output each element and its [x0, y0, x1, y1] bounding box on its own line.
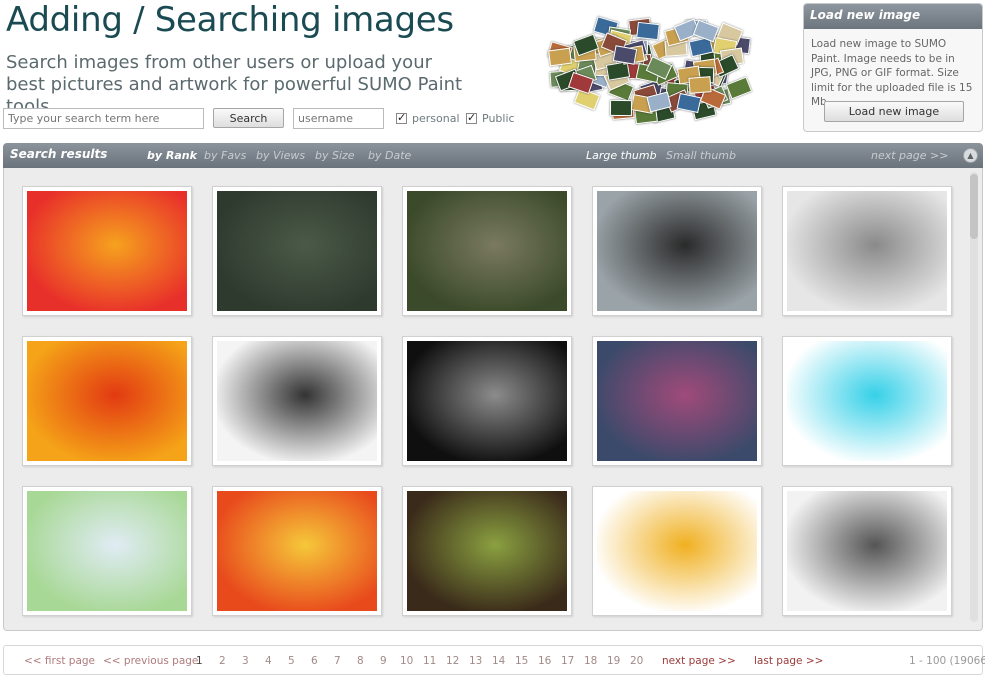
sort-by-favs[interactable]: by Favs — [204, 149, 246, 162]
thumbnail-spiral-staircase[interactable] — [402, 336, 572, 466]
thumbnail-balloons-girl-field[interactable] — [22, 486, 192, 616]
thumbnail-crowd-silhouettes[interactable] — [592, 336, 762, 466]
search-input[interactable] — [3, 108, 204, 129]
page-number-link[interactable]: 15 — [515, 655, 528, 667]
results-grid — [3, 168, 983, 631]
thumbnail-green-dragon-creature[interactable] — [402, 186, 572, 316]
pagination: << first page << previous page next page… — [3, 645, 985, 675]
search-button[interactable]: Search — [213, 108, 284, 128]
page-number-link[interactable]: 18 — [584, 655, 597, 667]
public-checkbox-label: Public — [482, 112, 515, 125]
public-checkbox-box[interactable] — [466, 111, 477, 124]
page-number-link[interactable]: 2 — [219, 655, 226, 667]
personal-checkbox-box[interactable] — [396, 111, 407, 124]
load-panel-title: Load new image — [804, 4, 982, 29]
public-checkbox[interactable]: Public — [466, 111, 515, 125]
first-page-link[interactable]: << first page — [24, 655, 95, 667]
thumbnail-red-valentine-hearts[interactable] — [22, 186, 192, 316]
thumbnail-image — [787, 341, 947, 461]
result-count: 1 - 100 (19066) — [909, 655, 985, 667]
previous-page-link[interactable]: << previous page — [103, 655, 198, 667]
sort-by-size[interactable]: by Size — [315, 149, 355, 162]
collapse-up-icon[interactable]: ▲ — [963, 148, 978, 163]
page-number-link[interactable]: 3 — [242, 655, 249, 667]
sort-by-date[interactable]: by Date — [368, 149, 411, 162]
thumbnail-image — [27, 341, 187, 461]
view-large-thumb[interactable]: Large thumb — [586, 149, 657, 162]
view-small-thumb[interactable]: Small thumb — [666, 149, 736, 162]
thumbnail-hand-drawing-pencil[interactable] — [782, 186, 952, 316]
thumbnail-image — [787, 191, 947, 311]
page-number-link[interactable]: 13 — [469, 655, 482, 667]
results-title: Search results — [10, 147, 108, 161]
thumbnail-hairy-monster-in-clouds[interactable] — [592, 186, 762, 316]
page-number-link[interactable]: 16 — [538, 655, 551, 667]
thumbnail-image — [787, 491, 947, 611]
page-number-link[interactable]: 6 — [311, 655, 318, 667]
thumbnail-image — [597, 191, 757, 311]
thumbnail-image — [407, 341, 567, 461]
thumbnail-anime-faces-orange[interactable] — [22, 336, 192, 466]
results-toolbar: Search results by Rank by Favs by Views … — [3, 143, 983, 168]
page-number-link[interactable]: 7 — [334, 655, 341, 667]
thumbnail-skull-grayscale[interactable] — [212, 336, 382, 466]
username-input[interactable] — [293, 108, 384, 129]
page-number-link[interactable]: 1 — [196, 655, 203, 667]
personal-checkbox[interactable]: personal — [396, 111, 460, 125]
thumbnail-image — [27, 491, 187, 611]
thumbnail-dark-haired-figure[interactable] — [212, 186, 382, 316]
thumbnail-girl-portrait-red[interactable] — [212, 486, 382, 616]
page-number-link[interactable]: 11 — [423, 655, 436, 667]
page-number-link[interactable]: 9 — [380, 655, 387, 667]
page-number-link[interactable]: 4 — [265, 655, 272, 667]
load-image-panel: Load new image Load new image to SUMO Pa… — [803, 3, 983, 132]
page-number-link[interactable]: 8 — [357, 655, 364, 667]
thumbnail-image — [217, 191, 377, 311]
thumbnail-image — [407, 191, 567, 311]
thumbnail-face-sketch[interactable] — [782, 486, 952, 616]
page-number-link[interactable]: 5 — [288, 655, 295, 667]
page-number-link[interactable]: 10 — [400, 655, 413, 667]
page-title: Adding / Searching images — [6, 0, 454, 40]
page-number-link[interactable]: 19 — [607, 655, 620, 667]
last-page-link[interactable]: last page >> — [754, 655, 823, 667]
thumbnail-image — [217, 491, 377, 611]
load-new-image-button[interactable]: Load new image — [824, 101, 964, 122]
load-panel-description: Load new image to SUMO Paint. Image need… — [811, 38, 973, 108]
thumbnail-image — [597, 341, 757, 461]
scrollbar-track[interactable] — [970, 172, 978, 622]
thumbnail-image — [27, 191, 187, 311]
results-next-page[interactable]: next page >> — [871, 149, 948, 162]
scrollbar-thumb[interactable] — [970, 174, 978, 239]
page-number-link[interactable]: 20 — [630, 655, 643, 667]
page-number-link[interactable]: 14 — [492, 655, 505, 667]
page-number-link[interactable]: 12 — [446, 655, 459, 667]
sort-by-rank[interactable]: by Rank — [147, 149, 197, 162]
thumbnail-image — [217, 341, 377, 461]
personal-checkbox-label: personal — [412, 112, 460, 125]
thumbnail-hey-hey-doodle[interactable] — [592, 486, 762, 616]
photo-pile-image — [545, 8, 770, 128]
thumbnail-green-robot-character[interactable] — [402, 486, 572, 616]
page-number-link[interactable]: 17 — [561, 655, 574, 667]
thumbnail-blue-cat-drawing[interactable] — [782, 336, 952, 466]
thumbnail-image — [407, 491, 567, 611]
thumbnail-image — [597, 491, 757, 611]
next-page-link[interactable]: next page >> — [662, 655, 736, 667]
sort-by-views[interactable]: by Views — [256, 149, 305, 162]
